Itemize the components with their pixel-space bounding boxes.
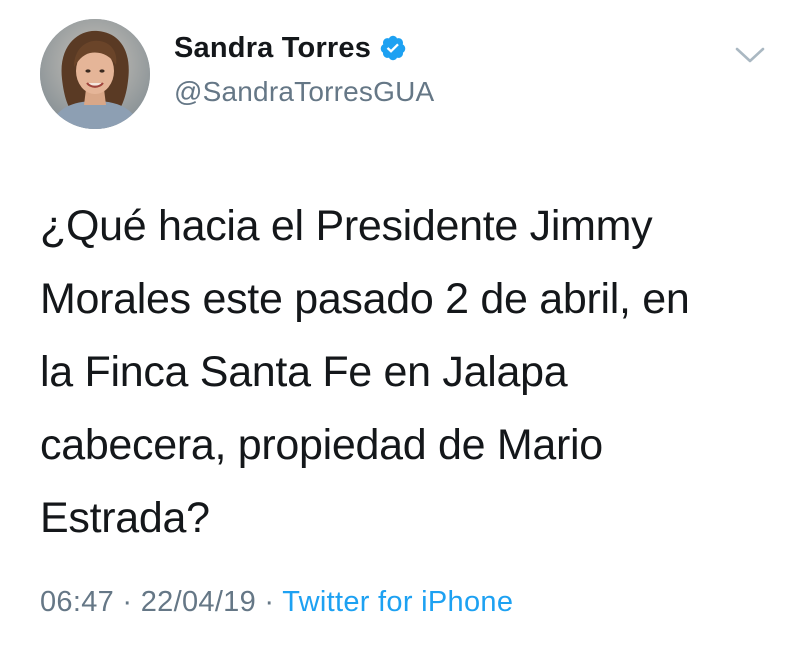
- verified-badge-icon: [379, 34, 407, 62]
- meta-separator: ·: [256, 586, 283, 618]
- user-info: Sandra Torres @SandraTorresGUA: [174, 28, 434, 108]
- user-handle[interactable]: @SandraTorresGUA: [174, 76, 434, 108]
- tweet-text: ¿Qué hacia el Presidente Jimmy Morales e…: [40, 202, 690, 542]
- chevron-down-icon[interactable]: [733, 43, 767, 67]
- tweet-source-link[interactable]: Twitter for iPhone: [282, 586, 513, 618]
- tweet-date[interactable]: 22/04/19: [141, 586, 256, 618]
- tweet-meta: 06:47 · 22/04/19 · Twitter for iPhone: [40, 586, 513, 619]
- profile-photo-icon: [40, 19, 150, 129]
- display-name[interactable]: Sandra Torres: [174, 32, 371, 65]
- meta-separator: ·: [114, 586, 141, 618]
- tweet-time[interactable]: 06:47: [40, 586, 114, 618]
- name-row: Sandra Torres: [174, 28, 434, 68]
- avatar[interactable]: [40, 19, 150, 129]
- tweet-card: Sandra Torres @SandraTorresGUA ¿Qué haci…: [0, 0, 800, 655]
